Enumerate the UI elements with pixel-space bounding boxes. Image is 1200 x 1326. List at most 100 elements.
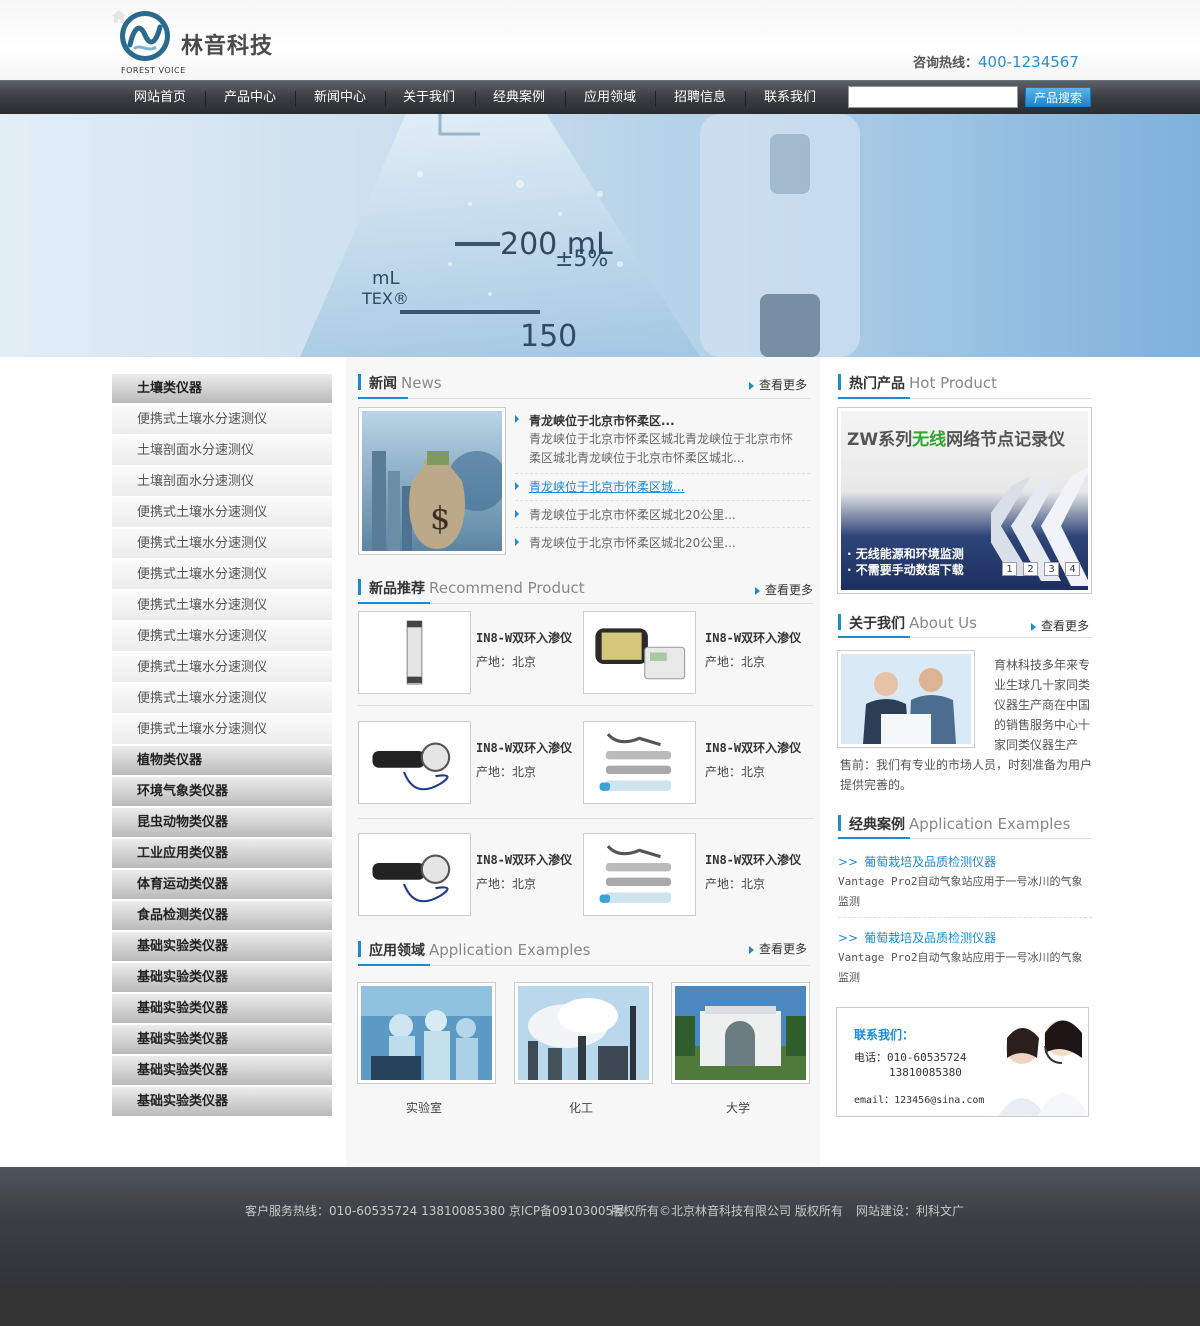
product-thumbnail[interactable] bbox=[358, 721, 471, 804]
category-item[interactable]: 便携式土壤水分速测仪 bbox=[112, 715, 332, 745]
news-item-link[interactable]: 青龙峡位于北京市怀柔区城北20公里... bbox=[529, 506, 736, 523]
product-image bbox=[362, 615, 467, 690]
nav-products[interactable]: 产品中心 bbox=[222, 81, 278, 115]
svg-text:mL: mL bbox=[372, 268, 400, 289]
nav-contact[interactable]: 联系我们 bbox=[762, 81, 818, 115]
category-item[interactable]: 便携式土壤水分速测仪 bbox=[112, 405, 332, 435]
news-more-link[interactable]: 查看更多 bbox=[749, 376, 807, 393]
product-name[interactable]: IN8-W双环入渗仪 bbox=[705, 851, 801, 868]
arrow-icon bbox=[1031, 622, 1036, 631]
nav-about[interactable]: 关于我们 bbox=[401, 81, 457, 115]
divider-accent bbox=[358, 602, 430, 604]
more-label: 查看更多 bbox=[759, 942, 808, 956]
product-name[interactable]: IN8-W双环入渗仪 bbox=[705, 629, 801, 646]
nav-jobs[interactable]: 招聘信息 bbox=[672, 81, 728, 115]
category-item[interactable]: 便携式土壤水分速测仪 bbox=[112, 498, 332, 528]
about-thumbnail[interactable] bbox=[837, 650, 975, 748]
recommend-more-link[interactable]: 查看更多 bbox=[755, 581, 813, 598]
product-thumbnail[interactable] bbox=[583, 721, 696, 804]
category-heading[interactable]: 土壤类仪器 bbox=[112, 374, 332, 404]
category-item[interactable]: 土壤剖面水分速测仪 bbox=[112, 436, 332, 466]
product-name[interactable]: IN8-W双环入渗仪 bbox=[705, 739, 801, 756]
application-thumbnail[interactable] bbox=[514, 982, 653, 1084]
product-name[interactable]: IN8-W双环入渗仪 bbox=[476, 739, 572, 756]
divider bbox=[515, 527, 810, 528]
search-input[interactable] bbox=[848, 86, 1018, 108]
category-heading[interactable]: 昆虫动物类仪器 bbox=[112, 808, 332, 838]
nav-divider bbox=[745, 91, 746, 107]
application-label[interactable]: 化工 bbox=[521, 1099, 641, 1116]
logo-icon[interactable] bbox=[118, 9, 172, 63]
product-name[interactable]: IN8-W双环入渗仪 bbox=[476, 851, 572, 868]
case-link[interactable]: >> 葡萄栽培及品质检测仪器 bbox=[838, 853, 996, 870]
category-heading[interactable]: 基础实验类仪器 bbox=[112, 1025, 332, 1055]
category-heading[interactable]: 基础实验类仪器 bbox=[112, 1056, 332, 1086]
chemical-plant-image bbox=[518, 986, 649, 1080]
hot-banner-title-highlight: 无线 bbox=[912, 430, 947, 450]
svg-text:±5%: ±5% bbox=[555, 247, 608, 272]
case-link[interactable]: >> 葡萄栽培及品质检测仪器 bbox=[838, 929, 996, 946]
news-featured-title[interactable]: 青龙峡位于北京市怀柔区... bbox=[529, 412, 675, 429]
divider bbox=[515, 500, 810, 501]
category-heading[interactable]: 基础实验类仪器 bbox=[112, 963, 332, 993]
slider-page-1[interactable]: 1 bbox=[1002, 562, 1017, 576]
hotline-number: 400-1234567 bbox=[978, 53, 1079, 71]
category-heading[interactable]: 基础实验类仪器 bbox=[112, 1087, 332, 1117]
svg-text:150: 150 bbox=[520, 319, 577, 354]
case-desc: Vantage Pro2自动气象站应用于一号冰川的气象监测 bbox=[838, 951, 1083, 984]
category-heading[interactable]: 基础实验类仪器 bbox=[112, 994, 332, 1024]
application-label[interactable]: 大学 bbox=[678, 1099, 798, 1116]
about-heading: 关于我们 About Us bbox=[849, 613, 977, 633]
slider-page-3[interactable]: 3 bbox=[1044, 562, 1059, 576]
product-thumbnail[interactable] bbox=[583, 833, 696, 916]
news-thumbnail[interactable]: $ bbox=[358, 407, 506, 555]
nav-news[interactable]: 新闻中心 bbox=[312, 81, 368, 115]
slider-page-2[interactable]: 2 bbox=[1023, 562, 1038, 576]
product-name[interactable]: IN8-W双环入渗仪 bbox=[476, 629, 572, 646]
divider-accent bbox=[358, 964, 430, 966]
product-thumbnail[interactable] bbox=[358, 833, 471, 916]
category-heading[interactable]: 植物类仪器 bbox=[112, 746, 332, 776]
search-button[interactable]: 产品搜索 bbox=[1025, 87, 1091, 107]
contact-email[interactable]: email：123456@sina.com bbox=[854, 1091, 984, 1106]
cases-heading: 经典案例 Application Examples bbox=[849, 814, 1070, 834]
slider-page-4[interactable]: 4 bbox=[1065, 562, 1080, 576]
application-more-link[interactable]: 查看更多 bbox=[749, 940, 807, 957]
application-label[interactable]: 实验室 bbox=[364, 1099, 484, 1116]
hot-product-slider[interactable]: ZW系列无线网络节点记录仪 · 无线能源和环境监测 · 不需要手动数据下载 1 … bbox=[837, 407, 1092, 594]
category-heading[interactable]: 体育运动类仪器 bbox=[112, 870, 332, 900]
news-heading: 新闻 News bbox=[369, 373, 442, 393]
category-item[interactable]: 便携式土壤水分速测仪 bbox=[112, 684, 332, 714]
nav-cases[interactable]: 经典案例 bbox=[491, 81, 547, 115]
arrow-icon bbox=[749, 945, 754, 954]
hot-title: 热门产品 bbox=[849, 376, 905, 392]
about-more-link[interactable]: 查看更多 bbox=[1031, 617, 1089, 634]
category-heading[interactable]: 环境气象类仪器 bbox=[112, 777, 332, 807]
divider-accent bbox=[838, 837, 910, 839]
nav-divider bbox=[295, 91, 296, 107]
application-thumbnail[interactable] bbox=[357, 982, 496, 1084]
category-heading[interactable]: 基础实验类仪器 bbox=[112, 932, 332, 962]
product-thumbnail[interactable] bbox=[583, 611, 696, 694]
news-item-link[interactable]: 青龙峡位于北京市怀柔区城北20公里... bbox=[529, 534, 736, 551]
logo-text[interactable]: 林音科技 bbox=[181, 28, 273, 60]
category-item[interactable]: 土壤剖面水分速测仪 bbox=[112, 467, 332, 497]
bullet-icon bbox=[515, 538, 519, 546]
category-item[interactable]: 便携式土壤水分速测仪 bbox=[112, 560, 332, 590]
nav-home[interactable]: 网站首页 bbox=[134, 81, 186, 115]
bullet-icon bbox=[515, 510, 519, 518]
divider bbox=[838, 917, 1092, 918]
section-marker bbox=[838, 815, 841, 831]
category-item[interactable]: 便携式土壤水分速测仪 bbox=[112, 591, 332, 621]
category-item[interactable]: 便携式土壤水分速测仪 bbox=[112, 529, 332, 559]
news-item-link[interactable]: 青龙峡位于北京市怀柔区城... bbox=[529, 478, 684, 495]
category-heading[interactable]: 食品检测类仪器 bbox=[112, 901, 332, 931]
application-thumbnail[interactable] bbox=[671, 982, 810, 1084]
category-heading[interactable]: 工业应用类仪器 bbox=[112, 839, 332, 869]
nav-applications[interactable]: 应用领域 bbox=[582, 81, 638, 115]
category-item[interactable]: 便携式土壤水分速测仪 bbox=[112, 653, 332, 683]
footer-builder[interactable]: 网站建设：利科文广 bbox=[856, 1202, 964, 1219]
bullet-icon bbox=[515, 415, 519, 423]
product-thumbnail[interactable] bbox=[358, 611, 471, 694]
category-item[interactable]: 便携式土壤水分速测仪 bbox=[112, 622, 332, 652]
